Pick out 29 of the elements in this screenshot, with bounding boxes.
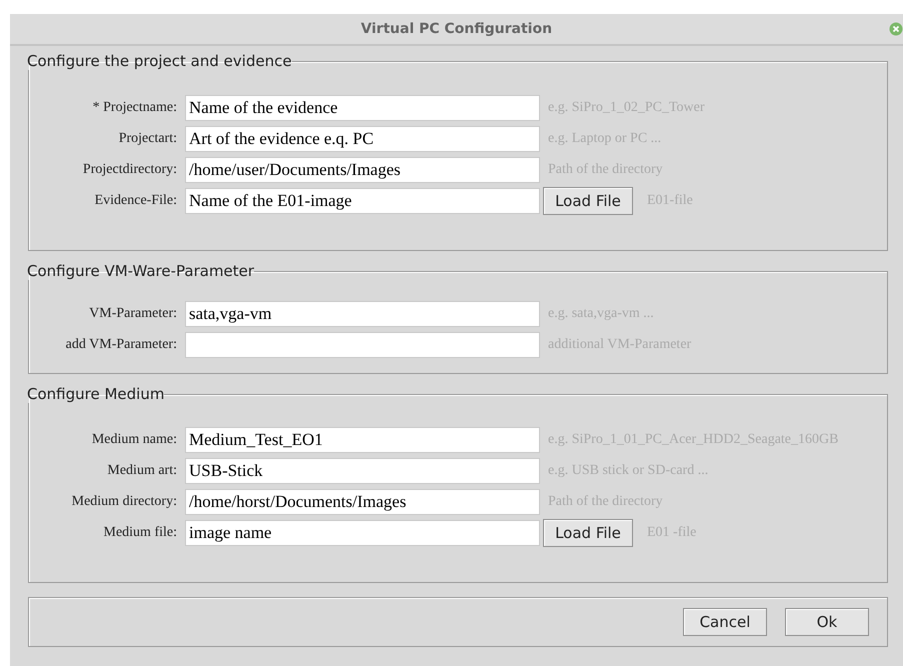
input-field[interactable]: /home/user/Documents/Images	[185, 156, 540, 182]
input-field[interactable]: USB-Stick	[185, 458, 540, 484]
input-field[interactable]: image name	[185, 520, 540, 546]
field-label: Projectdirectory:	[82, 162, 177, 178]
field-label: Projectart:	[118, 130, 177, 146]
input-field[interactable]: /home/horst/Documents/Images	[185, 488, 540, 514]
input-field[interactable]: Name of the E01-image	[185, 188, 540, 214]
field-label: * Projectname:	[92, 100, 177, 116]
field-label: VM-Parameter:	[88, 306, 177, 322]
input-field[interactable]: Art of the evidence e.q. PC	[185, 126, 540, 152]
input-field[interactable]: Medium_Test_EO1	[185, 426, 540, 452]
close-icon[interactable]	[889, 22, 903, 36]
dialog-button[interactable]: Ok	[785, 608, 869, 636]
input-field[interactable]: Name of the evidence	[185, 94, 540, 120]
field-label: Medium directory:	[70, 494, 177, 510]
section-title: Configure the project and evidence	[27, 52, 292, 70]
field-label: Medium art:	[106, 462, 177, 478]
load-file-button[interactable]: Load File	[543, 186, 633, 214]
section-title: Configure VM-Ware-Parameter	[27, 262, 254, 280]
input-field[interactable]: sata,vga-vm	[185, 300, 540, 326]
load-file-button[interactable]: Load File	[543, 518, 633, 546]
field-label: Medium name:	[90, 432, 177, 448]
window-title: Virtual PC Configuration	[360, 21, 552, 37]
field-label: Evidence-File:	[94, 192, 177, 208]
field-label: add VM-Parameter:	[64, 336, 177, 352]
dialog-button[interactable]: Cancel	[683, 608, 767, 636]
section-title: Configure Medium	[27, 385, 164, 403]
input-field[interactable]	[185, 332, 540, 358]
field-label: Medium file:	[102, 524, 177, 540]
